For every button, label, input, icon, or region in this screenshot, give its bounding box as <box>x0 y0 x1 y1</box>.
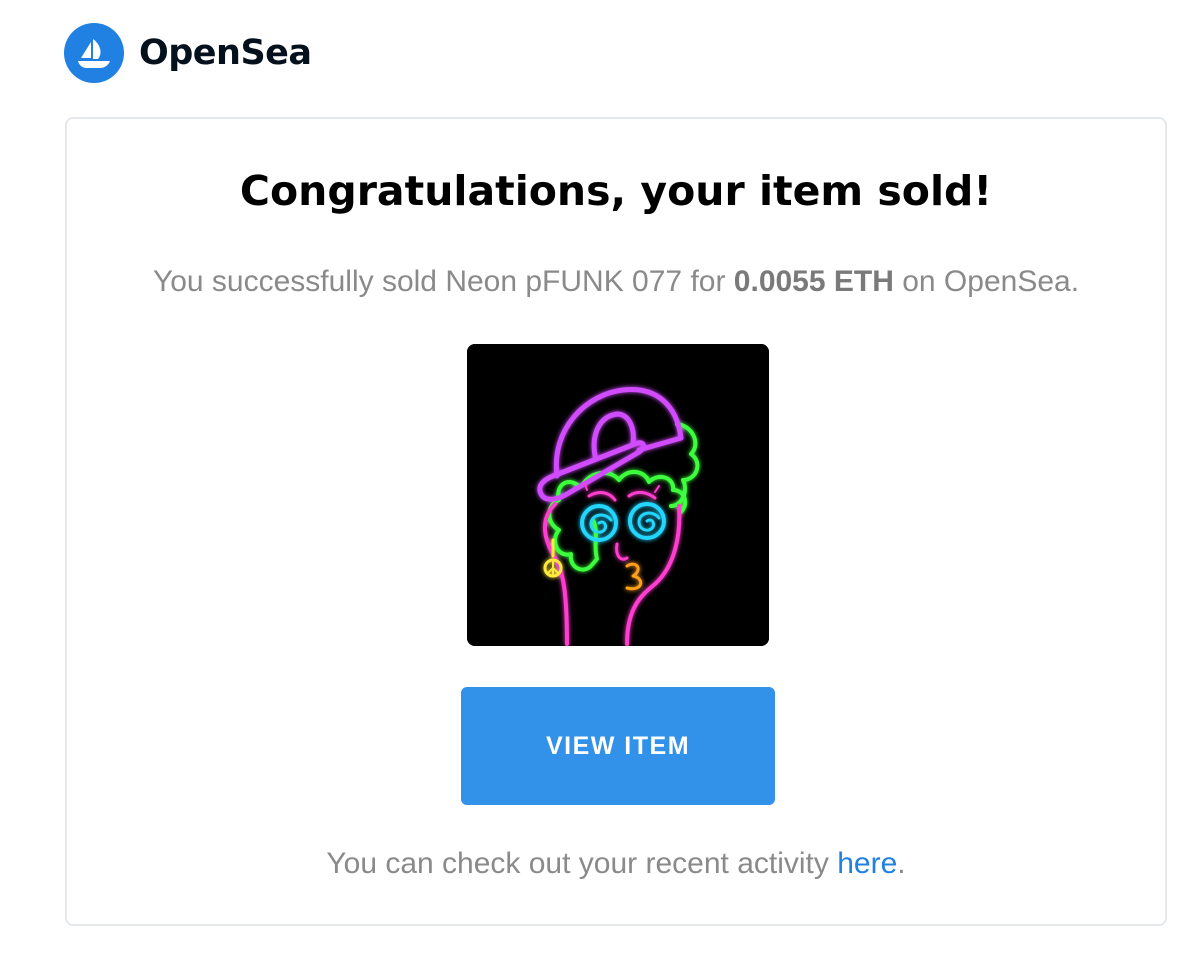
brand-name[interactable]: OpenSea <box>139 33 312 73</box>
recent-activity-link[interactable]: here <box>837 847 897 880</box>
sale-message-suffix: on OpenSea. <box>893 265 1080 298</box>
sale-price: 0.0055 ETH <box>733 265 894 298</box>
header: OpenSea <box>64 22 312 84</box>
footer-prefix: You can check out your recent activity <box>326 847 838 880</box>
notification-card: Congratulations, your item sold! You suc… <box>65 117 1167 926</box>
view-item-button[interactable]: VIEW ITEM <box>461 687 775 805</box>
opensea-logo-icon[interactable] <box>64 23 124 83</box>
sale-message: You successfully sold Neon pFUNK 077 for… <box>67 265 1165 299</box>
footer-suffix: . <box>897 847 906 880</box>
recent-activity-text: You can check out your recent activity h… <box>67 847 1165 881</box>
sale-message-prefix: You successfully sold Neon pFUNK 077 for <box>152 265 734 298</box>
nft-image[interactable] <box>467 344 769 646</box>
neon-pfunk-artwork <box>467 344 769 646</box>
email-title: Congratulations, your item sold! <box>239 167 993 215</box>
